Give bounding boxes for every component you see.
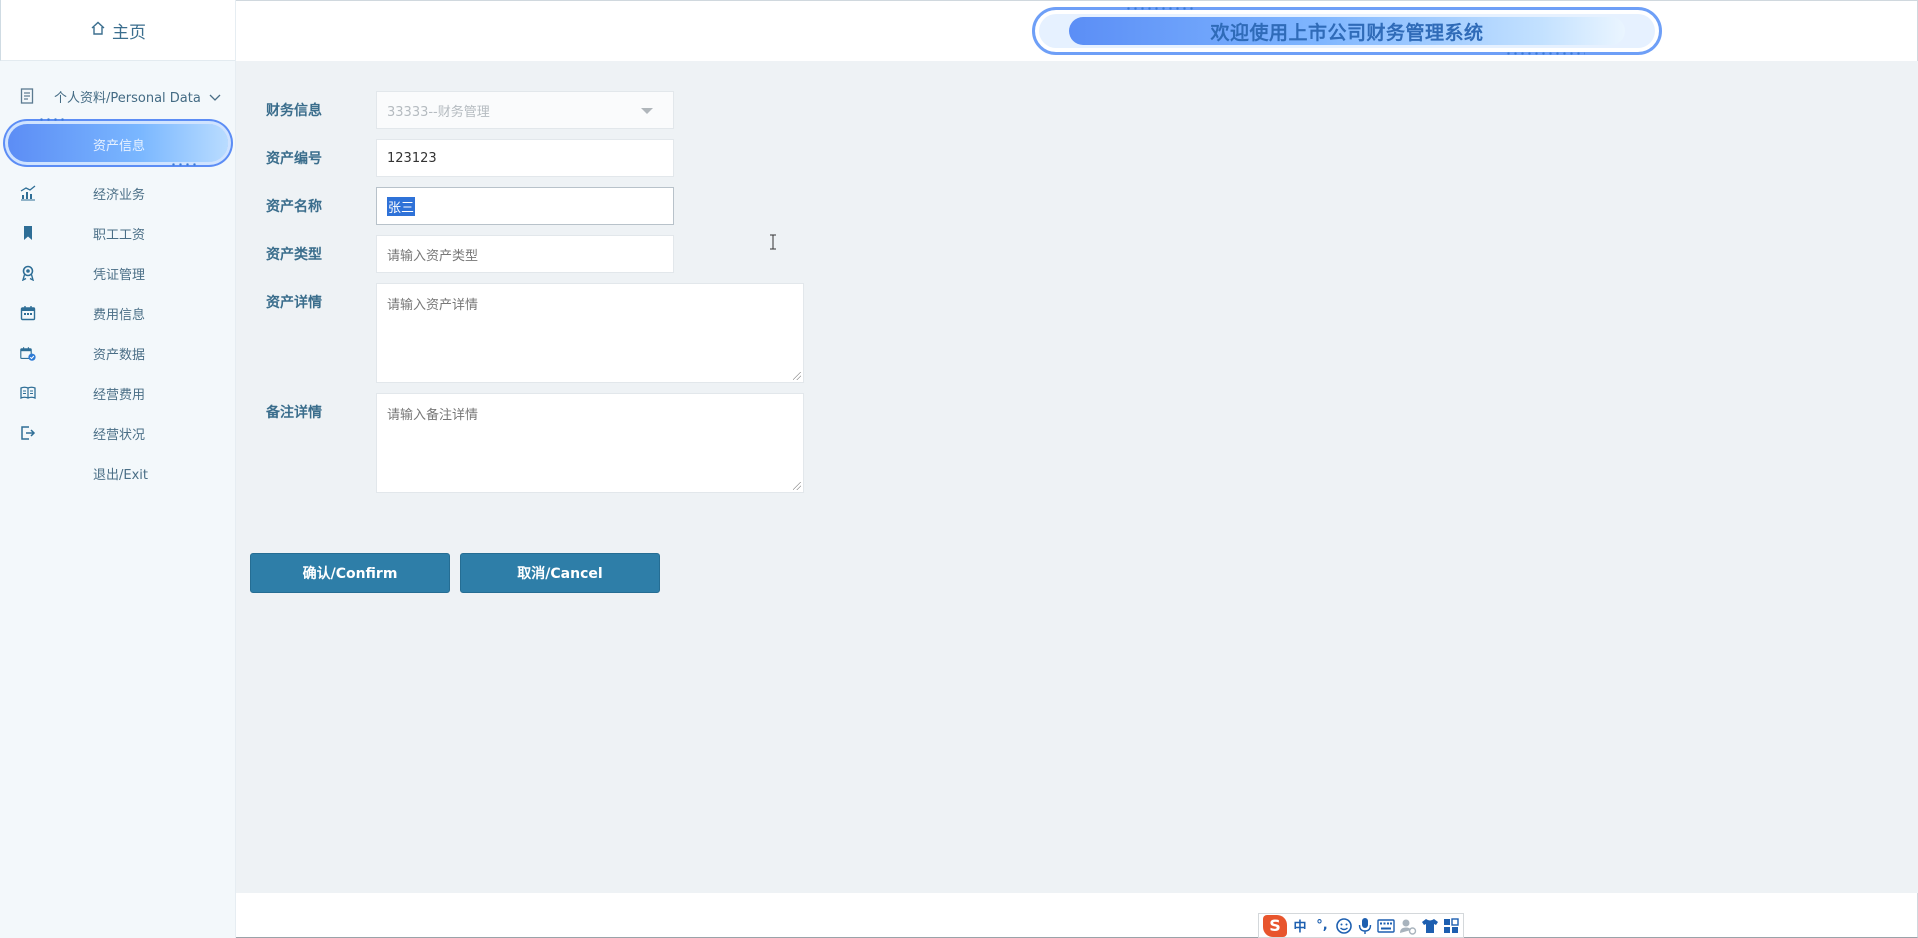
sidebar-item-label: 资产数据 — [93, 347, 146, 363]
top-bar: 欢迎使用上市公司财务管理系统 — [236, 0, 1918, 61]
sidebar-section-label: 个人资料/Personal Data — [54, 90, 201, 106]
sidebar-item-salary[interactable]: 职工工资 — [0, 213, 235, 253]
caret-down-icon — [641, 108, 653, 114]
sidebar-item-economic-business[interactable]: 经济业务 — [0, 173, 235, 213]
sidebar-item-voucher[interactable]: 凭证管理 — [0, 253, 235, 293]
asset-detail-textarea[interactable]: 请输入资产详情 — [376, 283, 804, 383]
asset-type-placeholder: 请输入资产类型 — [387, 248, 479, 264]
decor-dots — [1505, 52, 1585, 55]
page-title: 欢迎使用上市公司财务管理系统 — [1210, 21, 1484, 44]
asset-name-selected-text: 张三 — [387, 196, 416, 216]
asset-no-input[interactable]: 123123 — [376, 139, 674, 177]
ime-punct-toggle[interactable]: °, — [1313, 918, 1331, 933]
remark-textarea[interactable]: 请输入备注详情 — [376, 393, 804, 493]
microphone-icon[interactable] — [1357, 917, 1373, 935]
cancel-button[interactable]: 取消/Cancel — [460, 553, 660, 593]
finance-select[interactable]: 33333--财务管理 — [376, 91, 674, 129]
asset-detail-placeholder: 请输入资产详情 — [387, 298, 479, 313]
emoji-icon[interactable] — [1335, 917, 1353, 935]
chart-icon — [20, 185, 36, 201]
text-cursor-icon — [770, 234, 776, 250]
sidebar-item-label: 经济业务 — [93, 187, 146, 203]
decor-dots — [1125, 7, 1195, 10]
asset-name-label: 资产名称 — [266, 199, 322, 215]
remark-label: 备注详情 — [266, 405, 322, 421]
calendar-icon — [20, 305, 36, 321]
form-row-finance: 财务信息 33333--财务管理 — [266, 91, 674, 129]
asset-type-input[interactable]: 请输入资产类型 — [376, 235, 674, 273]
sidebar-item-exit[interactable]: 退出/Exit — [0, 453, 235, 493]
ime-mode-toggle[interactable]: 中 — [1291, 916, 1309, 935]
sidebar-item-label: 凭证管理 — [93, 267, 146, 283]
home-icon — [90, 20, 106, 40]
sidebar-item-operating-status[interactable]: 经营状况 — [0, 413, 235, 453]
chevron-down-icon — [209, 91, 221, 106]
award-icon — [20, 265, 36, 281]
finance-label: 财务信息 — [266, 103, 322, 119]
decor-dots — [38, 118, 66, 121]
form-row-asset-name: 资产名称 张三 — [266, 187, 674, 225]
sidebar-item-asset-info[interactable]: 资产信息 — [0, 118, 235, 167]
user-settings-icon[interactable] — [1399, 917, 1417, 935]
footer-bar — [236, 893, 1918, 938]
bookmark-icon — [20, 225, 36, 241]
finance-select-value: 33333--财务管理 — [387, 104, 490, 120]
calendar-check-icon — [20, 345, 36, 361]
main-content: 财务信息 33333--财务管理 资产编号 123123 资产名称 张三 资产类… — [236, 61, 1918, 893]
asset-name-input[interactable]: 张三 — [376, 187, 674, 225]
keyboard-icon[interactable] — [1377, 918, 1395, 933]
resize-grip-icon[interactable] — [793, 482, 801, 490]
form-row-asset-no: 资产编号 123123 — [266, 139, 674, 177]
document-icon — [20, 88, 36, 104]
sidebar-item-label: 资产信息 — [93, 138, 146, 154]
book-icon — [20, 385, 36, 401]
sidebar-item-asset-data[interactable]: 资产数据 — [0, 333, 235, 373]
sidebar-item-label: 职工工资 — [93, 227, 146, 243]
asset-detail-label: 资产详情 — [266, 295, 322, 311]
header-banner: 欢迎使用上市公司财务管理系统 — [1032, 7, 1662, 55]
asset-type-label: 资产类型 — [266, 247, 322, 263]
sidebar: 主页 个人资料/Personal Data 资产信息 经济业务 职工工资 凭证管… — [0, 0, 236, 938]
home-link[interactable]: 主页 — [0, 0, 235, 61]
ime-logo[interactable]: S — [1263, 914, 1287, 937]
sidebar-item-label: 退出/Exit — [93, 467, 148, 483]
form-row-asset-type: 资产类型 请输入资产类型 — [266, 235, 674, 273]
form-row-remark: 备注详情 请输入备注详情 — [266, 393, 804, 493]
resize-grip-icon[interactable] — [793, 372, 801, 380]
remark-placeholder: 请输入备注详情 — [387, 408, 479, 423]
form-row-asset-detail: 资产详情 请输入资产详情 — [266, 283, 804, 383]
home-label: 主页 — [112, 22, 146, 43]
logout-icon — [20, 425, 36, 441]
sidebar-section-personal-data[interactable]: 个人资料/Personal Data — [0, 71, 235, 121]
decor-dots — [170, 163, 198, 166]
asset-no-value: 123123 — [387, 150, 437, 166]
sidebar-item-operating-expense[interactable]: 经营费用 — [0, 373, 235, 413]
confirm-button[interactable]: 确认/Confirm — [250, 553, 450, 593]
asset-no-label: 资产编号 — [266, 151, 322, 167]
sidebar-item-label: 费用信息 — [93, 307, 146, 323]
ime-toolbar: S 中 °, — [1258, 913, 1464, 938]
sidebar-item-label: 经营费用 — [93, 387, 146, 403]
sidebar-item-label: 经营状况 — [93, 427, 146, 443]
grid-menu-icon[interactable] — [1443, 917, 1459, 934]
skin-shirt-icon[interactable] — [1421, 918, 1439, 934]
sidebar-item-expense-info[interactable]: 费用信息 — [0, 293, 235, 333]
